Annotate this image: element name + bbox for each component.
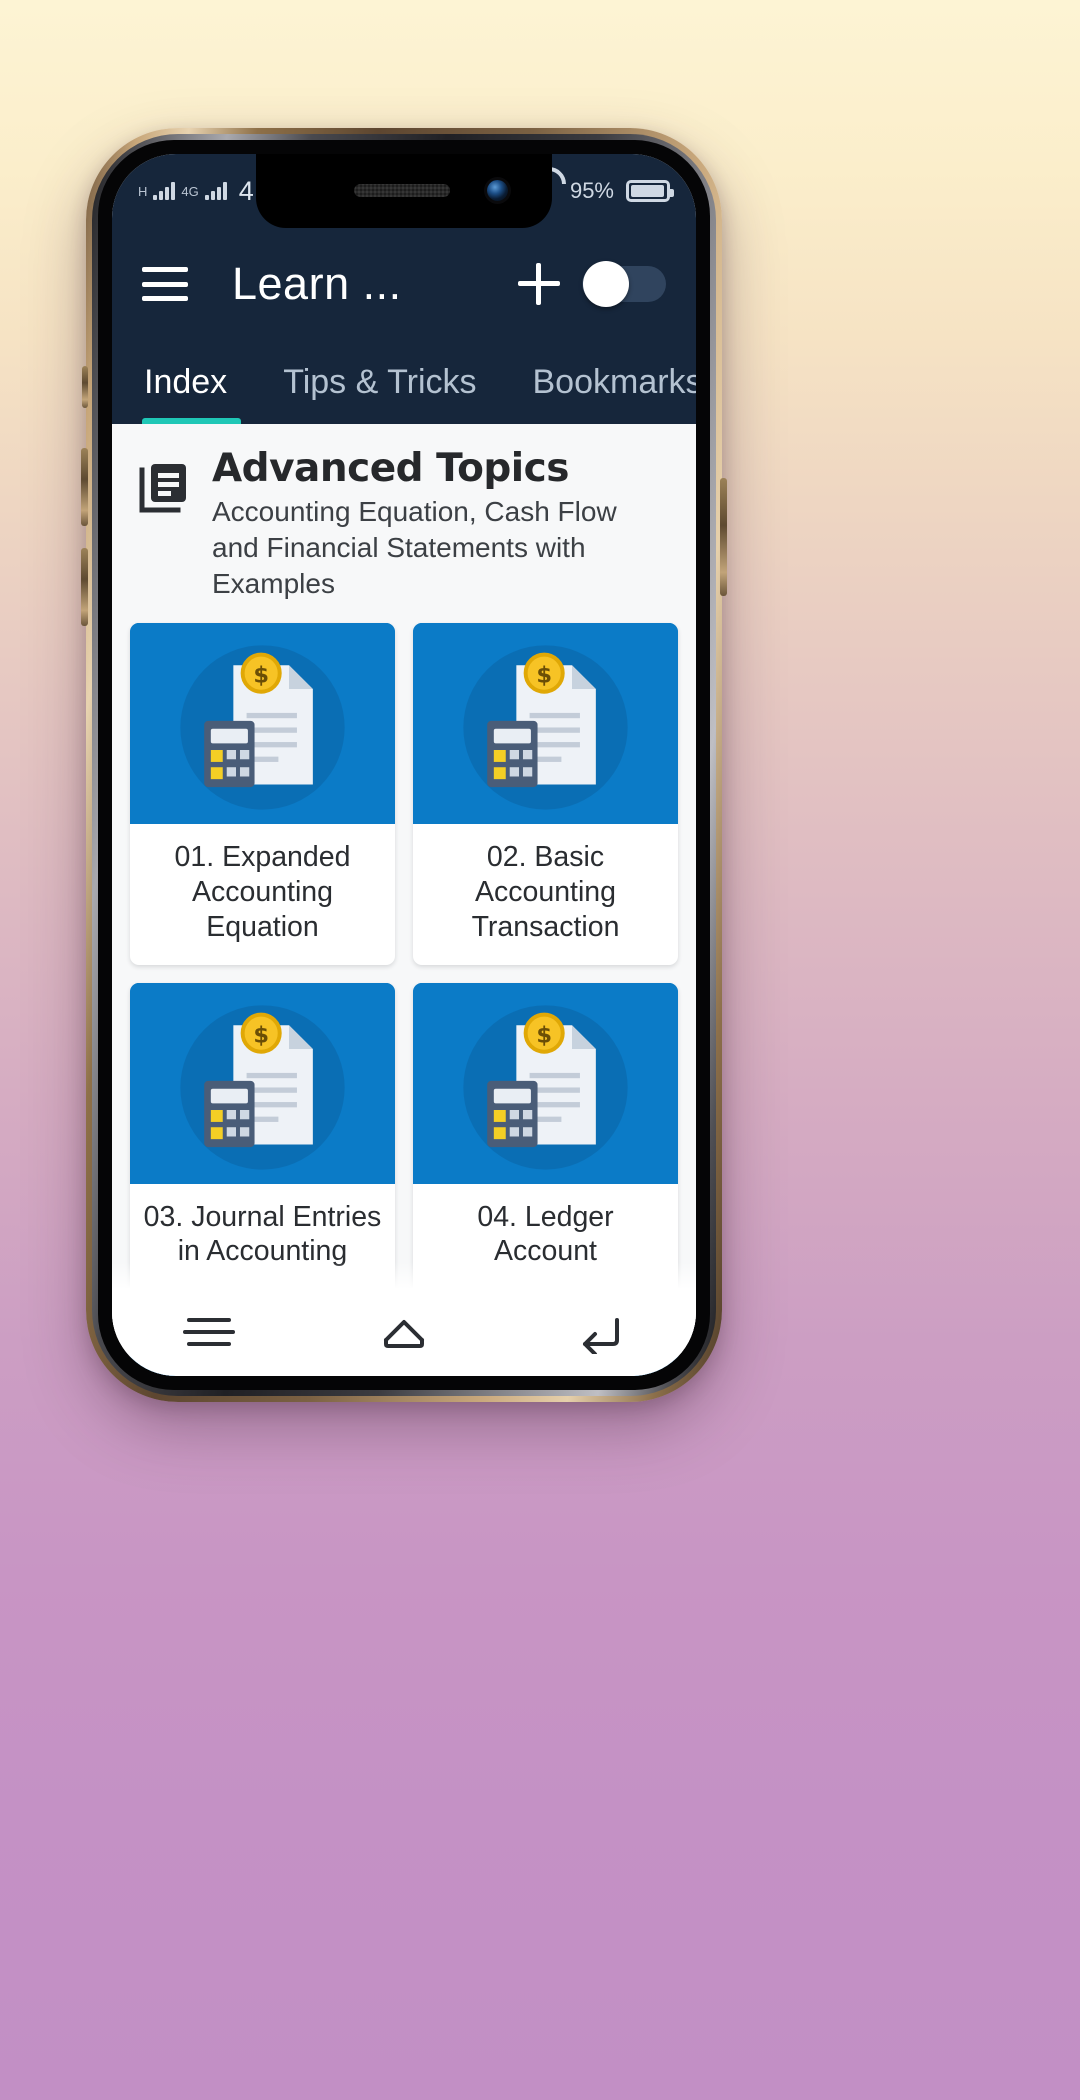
app-title: Learn ... [232, 258, 402, 309]
phone-notch [256, 154, 552, 228]
section-text-block: Advanced Topics Accounting Equation, Cas… [212, 446, 670, 601]
svg-text:$: $ [536, 663, 552, 689]
phone-button-mute[interactable] [82, 366, 88, 408]
topic-card-grid: $ 01. Expanded Accounting Equation $ 02.… [112, 619, 696, 1376]
status-bar-right: 95% [532, 178, 674, 204]
topic-card-label: 01. Expanded Accounting Equation [174, 841, 351, 943]
topic-thumbnail: $ [413, 982, 678, 1184]
recents-icon[interactable] [183, 1310, 236, 1354]
battery-icon [626, 180, 674, 202]
topic-card-label: 02. Basic Accounting Transaction [471, 841, 620, 943]
tab-bookmarks[interactable]: Bookmarks [505, 340, 697, 424]
phone-bezel: H 4G 4:38 95% Learn ... [98, 140, 710, 1390]
svg-text:$: $ [536, 1022, 552, 1048]
android-navigation-bar [112, 1288, 696, 1376]
network-label-1: H [138, 183, 148, 199]
hamburger-menu-icon[interactable] [142, 267, 188, 301]
tab-bookmarks-label: Bookmarks [532, 362, 697, 401]
app-bar-actions [518, 261, 666, 307]
app-bar: Learn ... [112, 228, 696, 340]
phone-button-volume-up[interactable] [81, 448, 88, 526]
topic-thumbnail: $ [130, 623, 395, 825]
topic-card[interactable]: $ 03. Journal Entries in Accounting [130, 982, 395, 1332]
phone-button-power[interactable] [720, 478, 727, 596]
network-label-2: 4G [181, 183, 199, 199]
tab-index[interactable]: Index [142, 340, 255, 424]
tab-tips-tricks-label: Tips & Tricks [283, 362, 477, 401]
tab-bar: Index Tips & Tricks Bookmarks Help Ce [112, 340, 696, 424]
earpiece-speaker [354, 184, 451, 197]
topic-card[interactable]: $ 02. Basic Accounting Transaction [413, 623, 678, 965]
signal-bars-icon [153, 182, 176, 200]
section-header: Advanced Topics Accounting Equation, Cas… [112, 424, 696, 620]
theme-toggle-switch[interactable] [582, 261, 666, 307]
content-area: Advanced Topics Accounting Equation, Cas… [112, 424, 696, 1376]
plus-icon[interactable] [518, 263, 560, 305]
phone-screen: H 4G 4:38 95% Learn ... [112, 154, 696, 1376]
signal-bars-icon-2 [204, 182, 227, 200]
topic-card[interactable]: $ 04. Ledger Account [413, 982, 678, 1332]
section-title: Advanced Topics [212, 446, 570, 491]
svg-text:$: $ [253, 663, 269, 689]
article-document-icon [138, 462, 190, 514]
topic-card[interactable]: $ 01. Expanded Accounting Equation [130, 623, 395, 965]
back-icon[interactable] [573, 1310, 625, 1356]
phone-button-volume-down[interactable] [81, 548, 88, 626]
tab-tips-tricks[interactable]: Tips & Tricks [255, 340, 504, 424]
tab-index-label: Index [144, 362, 228, 401]
topic-thumbnail: $ [130, 982, 395, 1184]
front-camera-icon [487, 180, 508, 201]
svg-text:$: $ [253, 1022, 269, 1048]
home-icon[interactable] [378, 1310, 430, 1354]
topic-thumbnail: $ [413, 623, 678, 825]
battery-percent-label: 95% [569, 178, 614, 203]
phone-mockup: H 4G 4:38 95% Learn ... [81, 128, 727, 1402]
section-subtitle: Accounting Equation, Cash Flow and Finan… [212, 495, 617, 599]
